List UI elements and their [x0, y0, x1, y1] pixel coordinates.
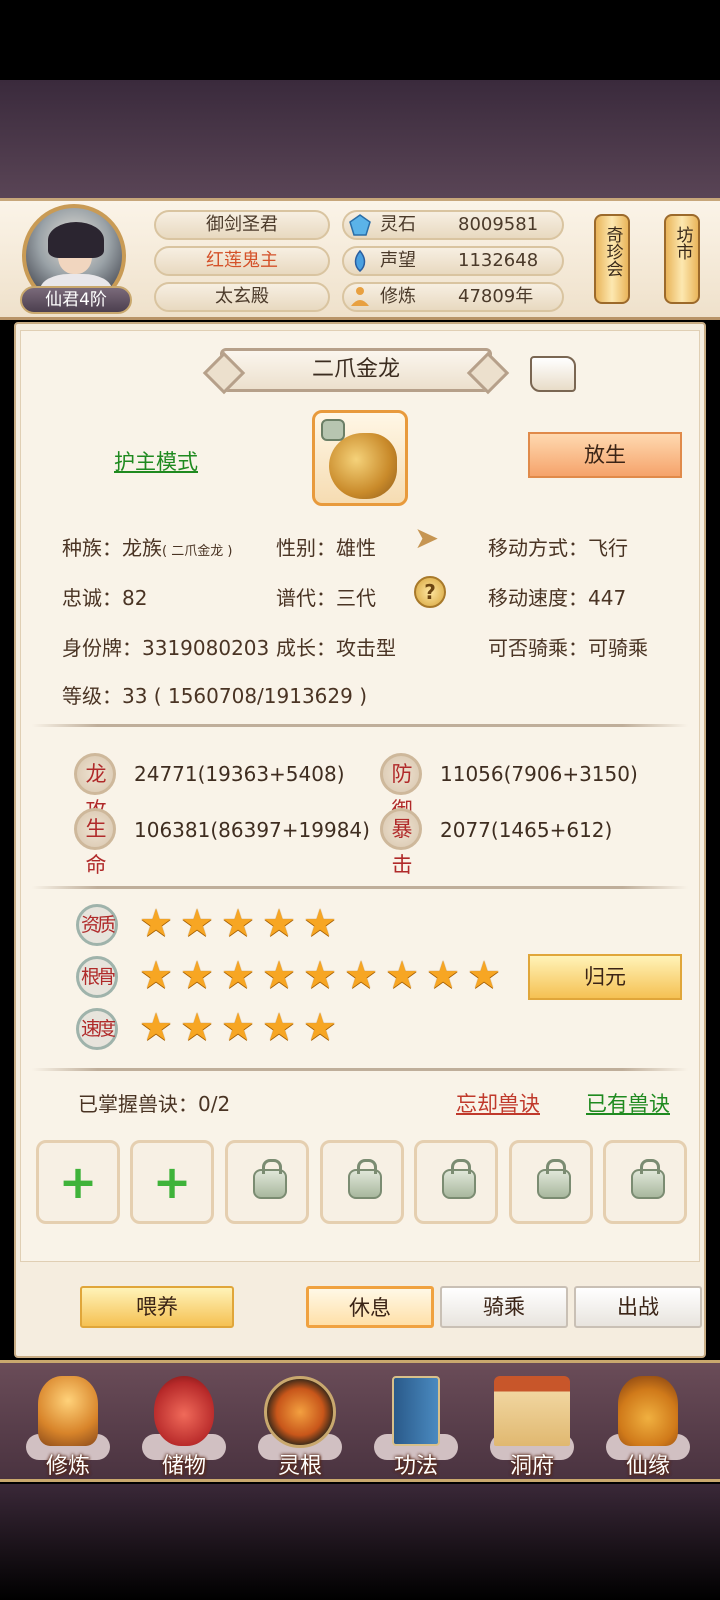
- dragon-image: [329, 433, 397, 499]
- star-icon: ★: [261, 953, 297, 997]
- lock-icon: [253, 1159, 287, 1199]
- id-tag-info: 身份牌：3319080203: [62, 636, 270, 660]
- hp-value: 106381(86397+19984): [134, 818, 370, 842]
- top-decor-band: [0, 80, 720, 200]
- star-icon: ★: [179, 1005, 215, 1049]
- beast-name-plate: 二爪金龙: [220, 348, 492, 392]
- return-origin-button[interactable]: 归元: [528, 954, 682, 1000]
- arrow-icon[interactable]: ➤: [414, 524, 448, 554]
- loyalty-info: 忠诚：82: [62, 586, 148, 610]
- gourd-icon: [618, 1376, 678, 1446]
- defense-value: 11056(7906+3150): [440, 762, 638, 786]
- star-icon: ★: [220, 953, 256, 997]
- beast-portrait[interactable]: [312, 410, 408, 506]
- skill-slot-add[interactable]: +: [36, 1140, 120, 1224]
- reputation-counter: 声望 1132648: [342, 246, 564, 276]
- defense-seal: 防御: [380, 753, 422, 822]
- nav-cave[interactable]: 洞府: [482, 1368, 582, 1479]
- mastered-skills: 已掌握兽诀：0/2: [78, 1092, 231, 1116]
- level-info: 等级：33 ( 1560708/1913629 ): [62, 684, 368, 708]
- lock-icon: [537, 1159, 571, 1199]
- star-icon: ★: [425, 953, 461, 997]
- attack-seal: 龙攻: [74, 753, 116, 822]
- growth-info: 成长：攻击型: [276, 636, 396, 660]
- aptitude-seal: 资质: [76, 904, 118, 946]
- crit-value: 2077(1465+612): [440, 818, 613, 842]
- star-icon: ★: [220, 1005, 256, 1049]
- bottom-area: [0, 1484, 720, 1600]
- cultivation-counter: 修炼 47809年: [342, 282, 564, 312]
- help-icon[interactable]: ?: [414, 576, 446, 608]
- meditation-icon: [351, 287, 369, 306]
- rideable-info: 可否骑乘：可骑乘: [488, 636, 648, 660]
- star-icon: ★: [302, 953, 338, 997]
- skill-slot-locked[interactable]: [414, 1140, 498, 1224]
- star-icon: ★: [302, 1005, 338, 1049]
- guard-mode-link[interactable]: 护主模式: [114, 446, 198, 476]
- attack-value: 24771(19363+5408): [134, 762, 345, 786]
- skill-slot-locked[interactable]: [509, 1140, 593, 1224]
- bag-icon: [154, 1376, 214, 1446]
- lock-icon: [442, 1159, 476, 1199]
- star-icon: ★: [261, 901, 297, 945]
- lock-icon: [321, 419, 345, 441]
- sect-pill: 太玄殿: [154, 282, 330, 312]
- divider: [32, 724, 688, 727]
- market-scroll[interactable]: 坊市: [664, 214, 700, 304]
- skill-slot-locked[interactable]: [603, 1140, 687, 1224]
- star-icon: ★: [466, 953, 502, 997]
- skill-slot-locked[interactable]: [225, 1140, 309, 1224]
- lock-icon: [348, 1159, 382, 1199]
- skill-slot-add[interactable]: +: [130, 1140, 214, 1224]
- spirit-stone-icon: [349, 214, 371, 236]
- speed-seal: 速度: [76, 1008, 118, 1050]
- star-icon: ★: [302, 901, 338, 945]
- divider: [32, 886, 688, 889]
- monk-icon: [38, 1376, 98, 1446]
- reputation-icon: [354, 250, 366, 272]
- nav-technique[interactable]: 功法: [366, 1368, 466, 1479]
- move-type-info: 移动方式：飞行: [488, 536, 628, 560]
- gender-info: 性别：雄性: [276, 536, 376, 560]
- skill-slot-locked[interactable]: [320, 1140, 404, 1224]
- star-icon: ★: [261, 1005, 297, 1049]
- spirit-root-icon: [264, 1376, 336, 1448]
- hp-seal: 生命: [74, 808, 116, 877]
- race-info: 种族：龙族( 二爪金龙 ): [62, 536, 233, 560]
- star-icon: ★: [343, 953, 379, 997]
- pavilion-icon: [494, 1376, 570, 1446]
- divider: [32, 1068, 688, 1071]
- nav-storage[interactable]: 储物: [134, 1368, 234, 1479]
- book-edit-icon[interactable]: [530, 356, 576, 392]
- star-icon: ★: [220, 901, 256, 945]
- nav-fate[interactable]: 仙缘: [598, 1368, 698, 1479]
- rank-badge: 仙君4阶: [20, 286, 132, 314]
- star-icon: ★: [179, 953, 215, 997]
- forget-skill-link[interactable]: 忘却兽诀: [456, 1088, 540, 1118]
- status-bar-area: [0, 0, 720, 80]
- rest-button[interactable]: 休息: [306, 1286, 434, 1328]
- star-icon: ★: [179, 901, 215, 945]
- star-icon: ★: [138, 901, 174, 945]
- star-icon: ★: [138, 953, 174, 997]
- move-speed-info: 移动速度：447: [488, 586, 627, 610]
- lock-icon: [631, 1159, 665, 1199]
- bone-seal: 根骨: [76, 956, 118, 998]
- star-icon: ★: [384, 953, 420, 997]
- book-icon: [392, 1376, 440, 1446]
- nav-cultivate[interactable]: 修炼: [18, 1368, 118, 1479]
- star-icon: ★: [138, 1005, 174, 1049]
- title-pill: 御剑圣君: [154, 210, 330, 240]
- feed-button[interactable]: 喂养: [80, 1286, 234, 1328]
- title-pill-highlight: 红莲鬼主: [154, 246, 330, 276]
- owned-skills-link[interactable]: 已有兽诀: [586, 1088, 670, 1118]
- spirit-stone-counter: 灵石 8009581: [342, 210, 564, 240]
- crit-seal: 暴击: [380, 808, 422, 877]
- battle-button[interactable]: 出战: [574, 1286, 702, 1328]
- ride-button[interactable]: 骑乘: [440, 1286, 568, 1328]
- treasure-auction-scroll[interactable]: 奇珍会: [594, 214, 630, 304]
- nav-spirit-root[interactable]: 灵根: [250, 1368, 350, 1479]
- release-button[interactable]: 放生: [528, 432, 682, 478]
- generation-info: 谱代：三代: [276, 586, 376, 610]
